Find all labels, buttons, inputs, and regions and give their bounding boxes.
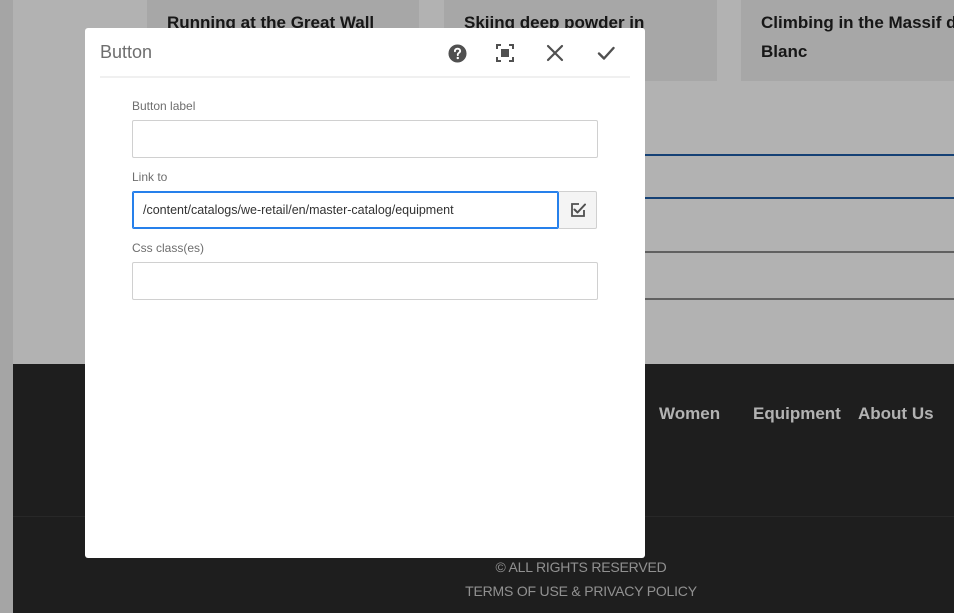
dialog-title: Button xyxy=(100,42,153,62)
close-button[interactable] xyxy=(541,39,569,67)
button-label-label: Button label xyxy=(132,99,196,113)
css-classes-input[interactable] xyxy=(132,262,598,300)
css-classes-label: Css class(es) xyxy=(132,241,205,255)
done-button[interactable] xyxy=(592,39,620,67)
help-button[interactable] xyxy=(443,39,471,67)
help-icon xyxy=(447,43,467,63)
button-dialog: Button Button label Link to /content/cat… xyxy=(85,28,645,558)
fullscreen-icon xyxy=(496,44,514,62)
dialog-header: Button xyxy=(100,28,630,78)
fullscreen-button[interactable] xyxy=(491,39,519,67)
checkmark-icon xyxy=(597,46,615,60)
path-picker-button[interactable] xyxy=(559,191,597,229)
link-to-label: Link to xyxy=(132,170,168,184)
button-label-input[interactable] xyxy=(132,120,598,158)
link-to-input[interactable] xyxy=(132,191,559,229)
close-icon xyxy=(546,44,564,62)
select-checkbox-icon xyxy=(570,203,586,217)
